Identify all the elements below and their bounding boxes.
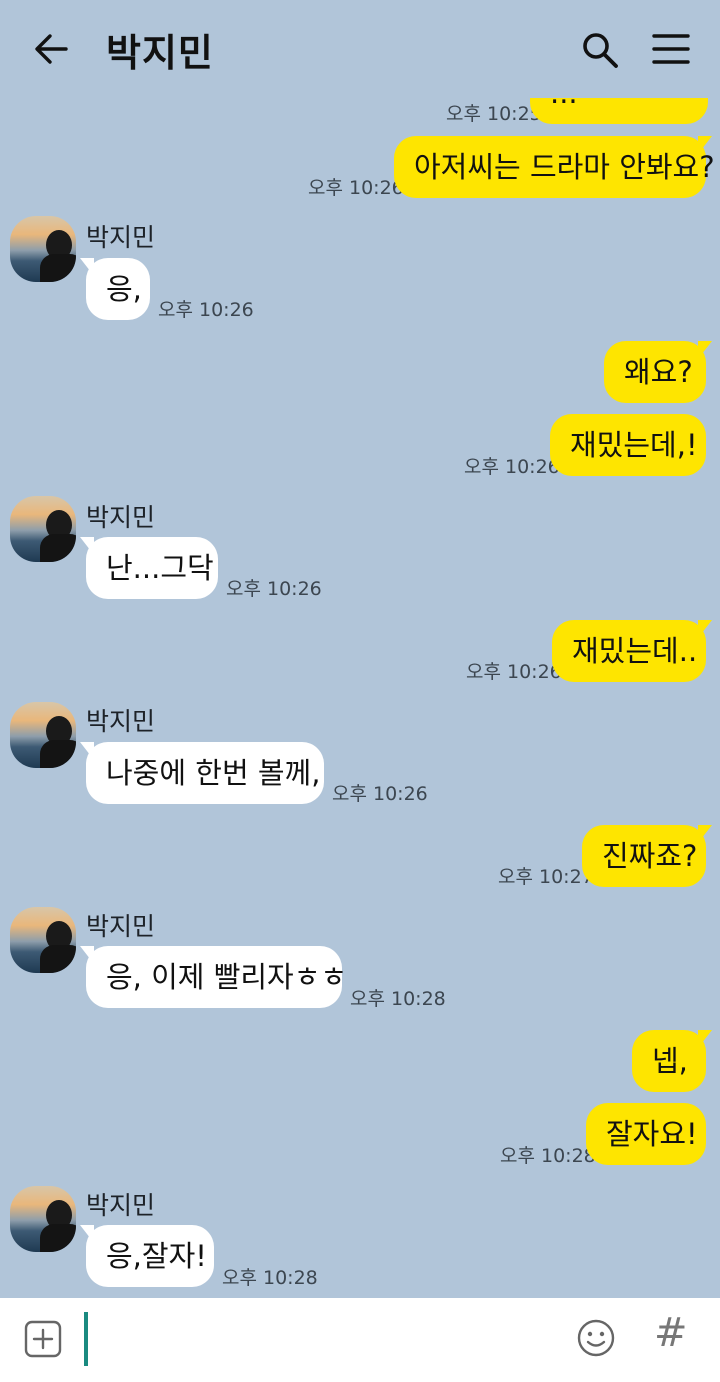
hashtag-icon[interactable]: # <box>654 1310 688 1356</box>
search-icon[interactable] <box>580 30 620 70</box>
profile-avatar[interactable] <box>10 216 76 282</box>
message-time: 오후 10:28 <box>500 1145 596 1167</box>
my-message-bubble[interactable]: 잘자요! <box>586 1103 706 1165</box>
message-text: 응, 이제 빨리자ㅎㅎ <box>106 960 348 994</box>
message-time: 오후 10:26 <box>464 456 560 478</box>
sender-name: 박지민 <box>86 1191 156 1220</box>
profile-avatar[interactable] <box>10 1186 76 1252</box>
message-input-bar: # <box>0 1298 720 1382</box>
message-text: 재밌는데,! <box>570 428 698 462</box>
message-input[interactable] <box>92 1312 556 1368</box>
message-text: 응,잘자! <box>106 1239 207 1273</box>
message-text: 나중에 한번 볼께, <box>106 756 321 790</box>
my-message-bubble[interactable]: 넵, <box>632 1030 712 1092</box>
profile-avatar[interactable] <box>10 907 76 973</box>
plus-icon[interactable] <box>24 1320 62 1358</box>
message-time: 오후 10:26 <box>332 783 428 805</box>
back-arrow-icon[interactable] <box>32 30 70 68</box>
message-text: 재밌는데.. <box>572 634 698 668</box>
sender-name: 박지민 <box>86 707 156 736</box>
message-text: 왜요? <box>624 355 693 389</box>
message-text: 난...그닥 <box>106 551 214 585</box>
my-message-bubble[interactable]: 진짜죠? <box>582 825 712 887</box>
my-message-bubble[interactable]: 아저씨는 드라마 안봐요? <box>394 136 715 198</box>
their-message-bubble[interactable]: 난...그닥 <box>80 537 218 599</box>
message-time: 오후 10:28 <box>222 1267 318 1289</box>
their-message-bubble[interactable]: 응, <box>80 258 150 320</box>
message-time: 오후 10:28 <box>350 988 446 1010</box>
message-text: 응, <box>106 272 142 306</box>
my-message-bubble[interactable]: 재밌는데,! <box>550 414 706 476</box>
message-time: 오후 10:27 <box>498 866 594 888</box>
message-text: 아저씨는 드라마 안봐요? <box>414 150 715 184</box>
message-time: 오후 10:25 <box>446 103 542 125</box>
sender-name: 박지민 <box>86 223 156 252</box>
their-message-bubble[interactable]: 응, 이제 빨리자ㅎㅎ <box>80 946 347 1008</box>
message-text: 진짜죠? <box>602 839 698 873</box>
text-cursor <box>84 1312 88 1366</box>
message-text: 잘자요! <box>606 1117 698 1151</box>
sender-name: 박지민 <box>86 912 156 941</box>
message-text: 넵, <box>652 1044 688 1078</box>
chat-title: 박지민 <box>106 31 214 75</box>
their-message-bubble[interactable]: 응,잘자! <box>80 1225 214 1287</box>
my-message-bubble[interactable]: 재밌는데.. <box>552 620 712 682</box>
message-time: 오후 10:26 <box>226 578 322 600</box>
profile-avatar[interactable] <box>10 702 76 768</box>
emoji-icon[interactable] <box>576 1318 616 1358</box>
message-time: 오후 10:26 <box>308 177 404 199</box>
sender-name: 박지민 <box>86 503 156 532</box>
message-list[interactable]: 오후 10:25 ... 오후 10:26 아저씨는 드라마 안봐요? 박지민 … <box>0 0 720 1298</box>
profile-avatar[interactable] <box>10 496 76 562</box>
chat-header: 박지민 <box>0 0 720 98</box>
message-time: 오후 10:26 <box>466 661 562 683</box>
their-message-bubble[interactable]: 나중에 한번 볼께, <box>80 742 324 804</box>
my-message-bubble[interactable]: 왜요? <box>604 341 712 403</box>
menu-icon[interactable] <box>652 32 690 66</box>
message-time: 오후 10:26 <box>158 299 254 321</box>
